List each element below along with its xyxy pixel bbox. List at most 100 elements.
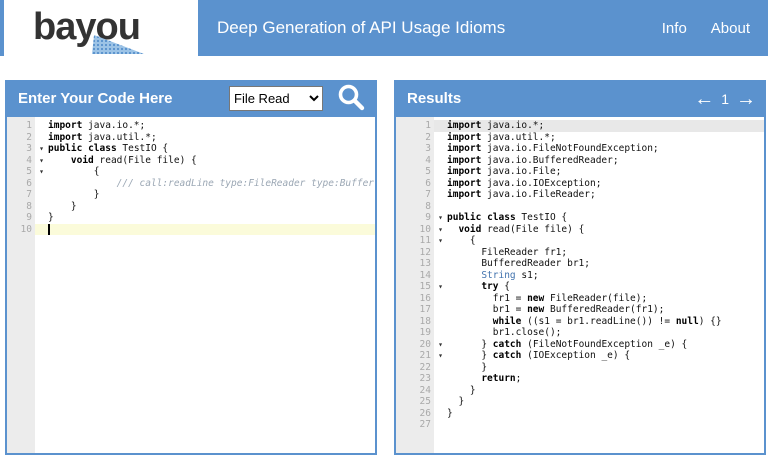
results-pager: ← 1 → — [694, 89, 756, 109]
line-number: 8 — [26, 200, 32, 212]
code-text: import java.io.File; — [447, 166, 562, 177]
nav-link-about[interactable]: About — [711, 20, 750, 37]
code-line[interactable]: 5 import java.io.File; — [396, 166, 764, 178]
code-line[interactable]: 19 br1.close(); — [396, 327, 764, 339]
code-line[interactable]: 7 import java.io.FileReader; — [396, 189, 764, 201]
line-number: 27 — [419, 419, 431, 430]
code-text: } — [447, 361, 488, 373]
code-line[interactable]: 13 BufferedReader br1; — [396, 258, 764, 270]
example-selector[interactable]: File Read — [229, 86, 323, 111]
code-line[interactable]: 15 ▾ try { — [396, 281, 764, 293]
logo-text: bayou — [33, 6, 141, 48]
code-line[interactable]: 6 import java.io.IOException; — [396, 178, 764, 190]
code-line[interactable]: 1 import java.io.*; — [396, 120, 764, 132]
nav-link-info[interactable]: Info — [662, 20, 687, 37]
results-editor[interactable]: 1 import java.io.*; 2 import java.util.*; 3 i… — [394, 117, 766, 455]
code-text: while ((s1 = br1.readLine()) != null) {} — [492, 315, 722, 327]
code-text: } catch (FileNotFoundException _e) { — [447, 338, 688, 350]
code-line[interactable]: 4 import java.io.BufferedReader; — [396, 155, 764, 167]
code-line[interactable]: 20 ▾ } catch (FileNotFoundException _e) { — [396, 339, 764, 351]
code-line[interactable]: 25 } — [396, 396, 764, 408]
fold-arrow-icon[interactable]: ▾ — [434, 339, 447, 351]
code-line[interactable]: 5 ▾ { — [7, 166, 375, 178]
code-line[interactable]: 3 ▾ public class TestIO { — [7, 143, 375, 155]
code-text: public class TestIO { — [447, 212, 568, 223]
code-line[interactable]: 10 ▾ void read(File file) { — [396, 224, 764, 236]
code-line[interactable]: 12 FileReader fr1; — [396, 247, 764, 259]
fold-arrow-icon[interactable]: ▾ — [434, 212, 447, 224]
code-line[interactable]: 18 while ((s1 = br1.readLine()) != null)… — [396, 316, 764, 328]
prev-result-button[interactable]: ← — [694, 89, 714, 109]
code-line[interactable]: 7 } — [7, 189, 375, 201]
code-line[interactable]: 2 import java.util.*; — [396, 132, 764, 144]
line-number: 19 — [419, 327, 431, 338]
fold-arrow-icon[interactable]: ▾ — [35, 143, 48, 155]
code-line[interactable]: 17 br1 = new BufferedReader(fr1); — [396, 304, 764, 316]
line-number: 3 — [425, 143, 431, 154]
code-line[interactable]: 22 } — [396, 362, 764, 374]
line-number: 6 — [425, 177, 431, 189]
fold-arrow-icon[interactable]: ▾ — [434, 235, 447, 247]
next-result-button[interactable]: → — [736, 89, 756, 109]
code-line[interactable]: 24 } — [396, 385, 764, 397]
fold-arrow-icon[interactable]: ▾ — [35, 166, 48, 178]
line-number: 1 — [425, 120, 431, 131]
line-number: 16 — [419, 292, 431, 304]
code-line[interactable]: 10 — [7, 223, 375, 235]
code-text: } — [447, 407, 453, 419]
code-line[interactable]: 8 — [396, 201, 764, 213]
code-line[interactable]: 1 import java.io.*; — [7, 120, 375, 132]
fold-arrow-icon[interactable]: ▾ — [434, 350, 447, 362]
code-line[interactable]: 23 return; — [396, 373, 764, 385]
code-line[interactable]: 8 } — [7, 201, 375, 213]
search-button[interactable] — [335, 83, 367, 115]
code-line[interactable]: 4 ▾ void read(File file) { — [7, 155, 375, 167]
code-text — [48, 223, 375, 235]
code-line[interactable]: 6 /// call:readLine type:FileReader type… — [7, 178, 375, 190]
fold-arrow-icon[interactable]: ▾ — [35, 155, 48, 167]
fold-arrow-icon[interactable]: ▾ — [434, 224, 447, 236]
line-number: 20 — [419, 338, 431, 350]
code-line[interactable]: 26} — [396, 408, 764, 420]
code-text: import java.io.IOException; — [447, 177, 602, 189]
code-line[interactable]: 9 ▾ public class TestIO { — [396, 212, 764, 224]
nav-links: Info About — [662, 0, 750, 56]
code-line[interactable]: 3 import java.io.FileNotFoundException; — [396, 143, 764, 155]
line-number: 11 — [419, 235, 431, 246]
logo[interactable]: bayou — [4, 0, 198, 56]
text-cursor — [48, 223, 50, 235]
code-line[interactable]: 16 fr1 = new FileReader(file); — [396, 293, 764, 305]
code-line[interactable]: 9} — [7, 212, 375, 224]
code-line[interactable]: 14 String s1; — [396, 270, 764, 282]
code-text: } — [447, 396, 465, 407]
fold-arrow-icon[interactable]: ▾ — [434, 281, 447, 293]
line-number: 21 — [419, 350, 431, 361]
line-number: 18 — [419, 315, 431, 327]
code-line[interactable]: 27 — [396, 419, 764, 431]
code-line[interactable]: 21 ▾ } catch (IOException _e) { — [396, 350, 764, 362]
code-input-panel-title: Enter Your Code Here — [18, 90, 173, 107]
code-text: try { — [481, 281, 510, 292]
code-input-editor[interactable]: 1 import java.io.*; 2 import java.util.*; 3 ▾… — [5, 117, 377, 455]
code-input-panel: Enter Your Code Here File Read 1 import j… — [5, 80, 377, 455]
magnifier-icon — [336, 82, 366, 115]
code-line[interactable]: 2 import java.util.*; — [7, 132, 375, 144]
line-number: 13 — [419, 258, 431, 269]
result-page-number: 1 — [721, 90, 729, 107]
line-number: 9 — [26, 212, 32, 223]
code-line[interactable]: 11 ▾ { — [396, 235, 764, 247]
line-number: 7 — [26, 189, 32, 200]
